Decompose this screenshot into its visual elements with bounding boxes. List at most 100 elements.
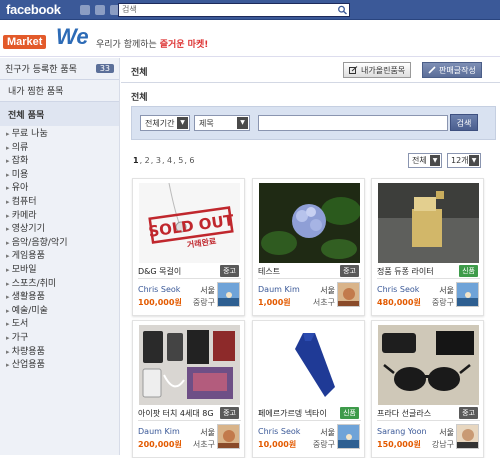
product-card[interactable]: 프라다 선글라스 중고 Sarang Yoon 150,000원 서울 강남구 [371, 320, 484, 458]
per-page-select[interactable]: 12개 ▼ [447, 153, 481, 168]
seller-city: 서울 [200, 286, 215, 295]
page-link[interactable]: 4 [167, 156, 172, 165]
product-photo[interactable] [259, 183, 360, 263]
avatar[interactable] [217, 282, 240, 307]
product-card[interactable]: 아이팟 터치 4세대 8G 중고 Daum Kim 200,000원 서울 서초… [132, 320, 245, 458]
seller-city: 서울 [320, 286, 335, 295]
page-link[interactable]: 6 [189, 156, 194, 165]
seller-name[interactable]: Chris Seok [258, 427, 300, 436]
category-item[interactable]: 생활용품 [6, 291, 119, 305]
we-logo: We [56, 24, 89, 49]
avatar[interactable] [217, 424, 240, 449]
sort-select[interactable]: 전체 ▼ [408, 153, 442, 168]
facebook-search-input[interactable]: 검색 [118, 3, 350, 17]
avatar[interactable] [456, 282, 479, 307]
product-card[interactable]: 테스트 중고 Daum Kim 1,000원 서울 서초구 [252, 178, 365, 316]
product-price: 200,000원 [138, 440, 182, 449]
condition-badge: 신품 [340, 407, 359, 419]
divider [138, 278, 241, 279]
category-item[interactable]: 예술/미술 [6, 305, 119, 319]
avatar[interactable] [337, 424, 360, 449]
condition-badge: 중고 [220, 265, 239, 277]
product-card[interactable]: 정품 듀퐁 라이터 신품 Chris Seok 480,000원 서울 중랑구 [371, 178, 484, 316]
category-item[interactable]: 잡화 [6, 155, 119, 169]
category-item[interactable]: 도서 [6, 318, 119, 332]
divider [377, 420, 480, 421]
page-link[interactable]: 2 [145, 156, 150, 165]
friend-requests-icon[interactable] [80, 5, 90, 15]
category-item[interactable]: 산업용품 [6, 359, 119, 373]
product-photo[interactable] [259, 325, 360, 405]
product-card[interactable]: SOLD OUT 거래완료 D&G 목걸이 중고 Chris Seok 100,… [132, 178, 245, 316]
period-select[interactable]: 전체기간 ▼ [140, 115, 190, 131]
necktie-image [259, 325, 360, 405]
divider [258, 278, 361, 279]
seller-name[interactable]: Daum Kim [138, 427, 180, 436]
keyword-input[interactable] [258, 115, 448, 131]
field-select[interactable]: 제목 ▼ [194, 115, 250, 131]
product-photo[interactable] [139, 325, 240, 405]
avatar[interactable] [456, 424, 479, 449]
page-link[interactable]: 5 [178, 156, 183, 165]
product-name[interactable]: 프라다 선글라스 [377, 408, 457, 419]
condition-badge: 신품 [459, 265, 478, 277]
product-price: 100,000원 [138, 298, 182, 307]
seller-city: 서울 [200, 428, 215, 437]
product-price: 150,000원 [377, 440, 421, 449]
avatar[interactable] [337, 282, 360, 307]
condition-badge: 중고 [459, 407, 478, 419]
external-icon [349, 66, 358, 74]
seller-city: 서울 [439, 428, 454, 437]
category-item[interactable]: 영상기기 [6, 223, 119, 237]
pagination: 1, 2, 3, 4, 5, 6 [133, 156, 195, 165]
category-item[interactable]: 게임용품 [6, 250, 119, 264]
search-button[interactable]: 검색 [450, 114, 478, 131]
search-placeholder: 검색 [122, 5, 137, 14]
category-item[interactable]: 무료 나눔 [6, 128, 119, 142]
sidebar-item-friends[interactable]: 친구가 등록한 품목 33 [0, 58, 119, 80]
category-item[interactable]: 의류 [6, 142, 119, 156]
page-link[interactable]: 1 [133, 156, 139, 165]
seller-name[interactable]: Sarang Yoon [377, 427, 427, 436]
seller-name[interactable]: Chris Seok [138, 285, 180, 294]
seller-name[interactable]: Chris Seok [377, 285, 419, 294]
product-price: 10,000원 [258, 440, 297, 449]
category-item[interactable]: 미용 [6, 169, 119, 183]
category-item[interactable]: 카메라 [6, 210, 119, 224]
seller-name[interactable]: Daum Kim [258, 285, 300, 294]
market-logo[interactable]: Market [3, 35, 47, 49]
seller-district: 중랑구 [192, 298, 215, 307]
category-item[interactable]: 음악/음향/악기 [6, 237, 119, 251]
product-name[interactable]: 페에르가르뎅 넥타이 [258, 408, 338, 419]
product-price: 1,000원 [258, 298, 291, 307]
category-item[interactable]: 차량용품 [6, 346, 119, 360]
product-photo[interactable] [378, 325, 479, 405]
product-photo[interactable]: SOLD OUT 거래완료 [139, 183, 240, 263]
product-photo[interactable] [378, 183, 479, 263]
page-link[interactable]: 3 [156, 156, 161, 165]
category-item[interactable]: 유아 [6, 182, 119, 196]
lighter-image [378, 183, 479, 263]
product-name[interactable]: D&G 목걸이 [138, 266, 218, 277]
category-item[interactable]: 가구 [6, 332, 119, 346]
my-items-button[interactable]: 내가올린품목 [343, 62, 412, 78]
write-sale-button[interactable]: 판매글작성 [422, 62, 482, 78]
search-icon[interactable] [337, 5, 348, 15]
product-card[interactable]: 페에르가르뎅 넥타이 신품 Chris Seok 10,000원 서울 중랑구 [252, 320, 365, 458]
messages-icon[interactable] [95, 5, 105, 15]
category-item[interactable]: 모바일 [6, 264, 119, 278]
seller-district: 서초구 [312, 298, 335, 307]
product-name[interactable]: 아이팟 터치 4세대 8G [138, 408, 218, 419]
sidebar-item-liked[interactable]: 내가 찜한 품목 [0, 80, 119, 102]
category-item[interactable]: 스포츠/취미 [6, 278, 119, 292]
sidebar-item-all[interactable]: 전체 품목 [0, 102, 119, 126]
product-name[interactable]: 정품 듀퐁 라이터 [377, 266, 457, 277]
seller-city: 서울 [439, 286, 454, 295]
friends-count-badge: 33 [95, 64, 114, 73]
category-item[interactable]: 컴퓨터 [6, 196, 119, 210]
divider [121, 82, 500, 83]
product-name[interactable]: 테스트 [258, 266, 338, 277]
chevron-down-icon: ▼ [177, 117, 188, 129]
product-price: 480,000원 [377, 298, 421, 307]
facebook-logo[interactable]: facebook [6, 2, 61, 17]
